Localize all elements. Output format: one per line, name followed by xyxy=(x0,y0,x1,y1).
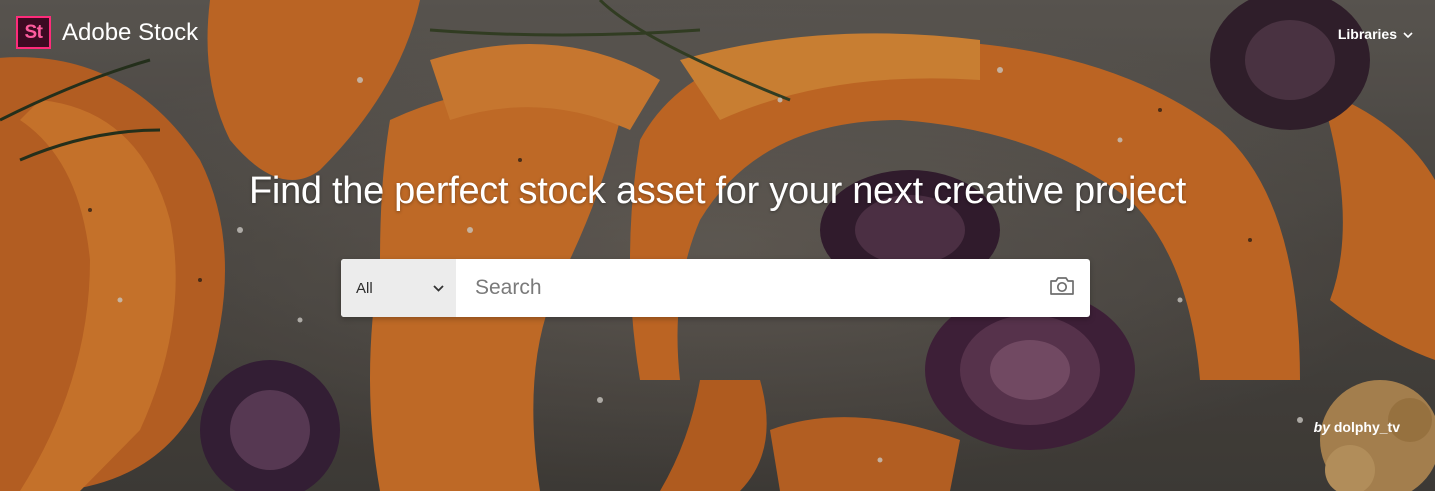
page-headline: Find the perfect stock asset for your ne… xyxy=(249,170,1186,212)
adobe-stock-logo[interactable]: St Adobe Stock xyxy=(16,16,198,49)
credit-author-link[interactable]: dolphy_tv xyxy=(1334,419,1400,435)
search-scope-dropdown[interactable]: All xyxy=(341,259,456,317)
libraries-label: Libraries xyxy=(1337,26,1397,42)
search-input[interactable] xyxy=(456,259,1034,317)
photo-credit: by dolphy_tv xyxy=(1314,419,1400,435)
logo-text: Adobe Stock xyxy=(62,18,199,46)
credit-prefix: by xyxy=(1313,419,1330,435)
search-bar: All xyxy=(341,259,1090,317)
libraries-menu-button[interactable]: Libraries xyxy=(1338,26,1413,42)
camera-icon xyxy=(1049,276,1075,301)
scope-selected-label: All xyxy=(356,279,373,297)
chevron-down-icon xyxy=(1403,26,1413,42)
visual-search-button[interactable] xyxy=(1034,259,1090,317)
hero-background-photo xyxy=(0,0,1435,491)
chevron-down-icon xyxy=(433,279,444,297)
logo-badge: St xyxy=(16,16,51,49)
